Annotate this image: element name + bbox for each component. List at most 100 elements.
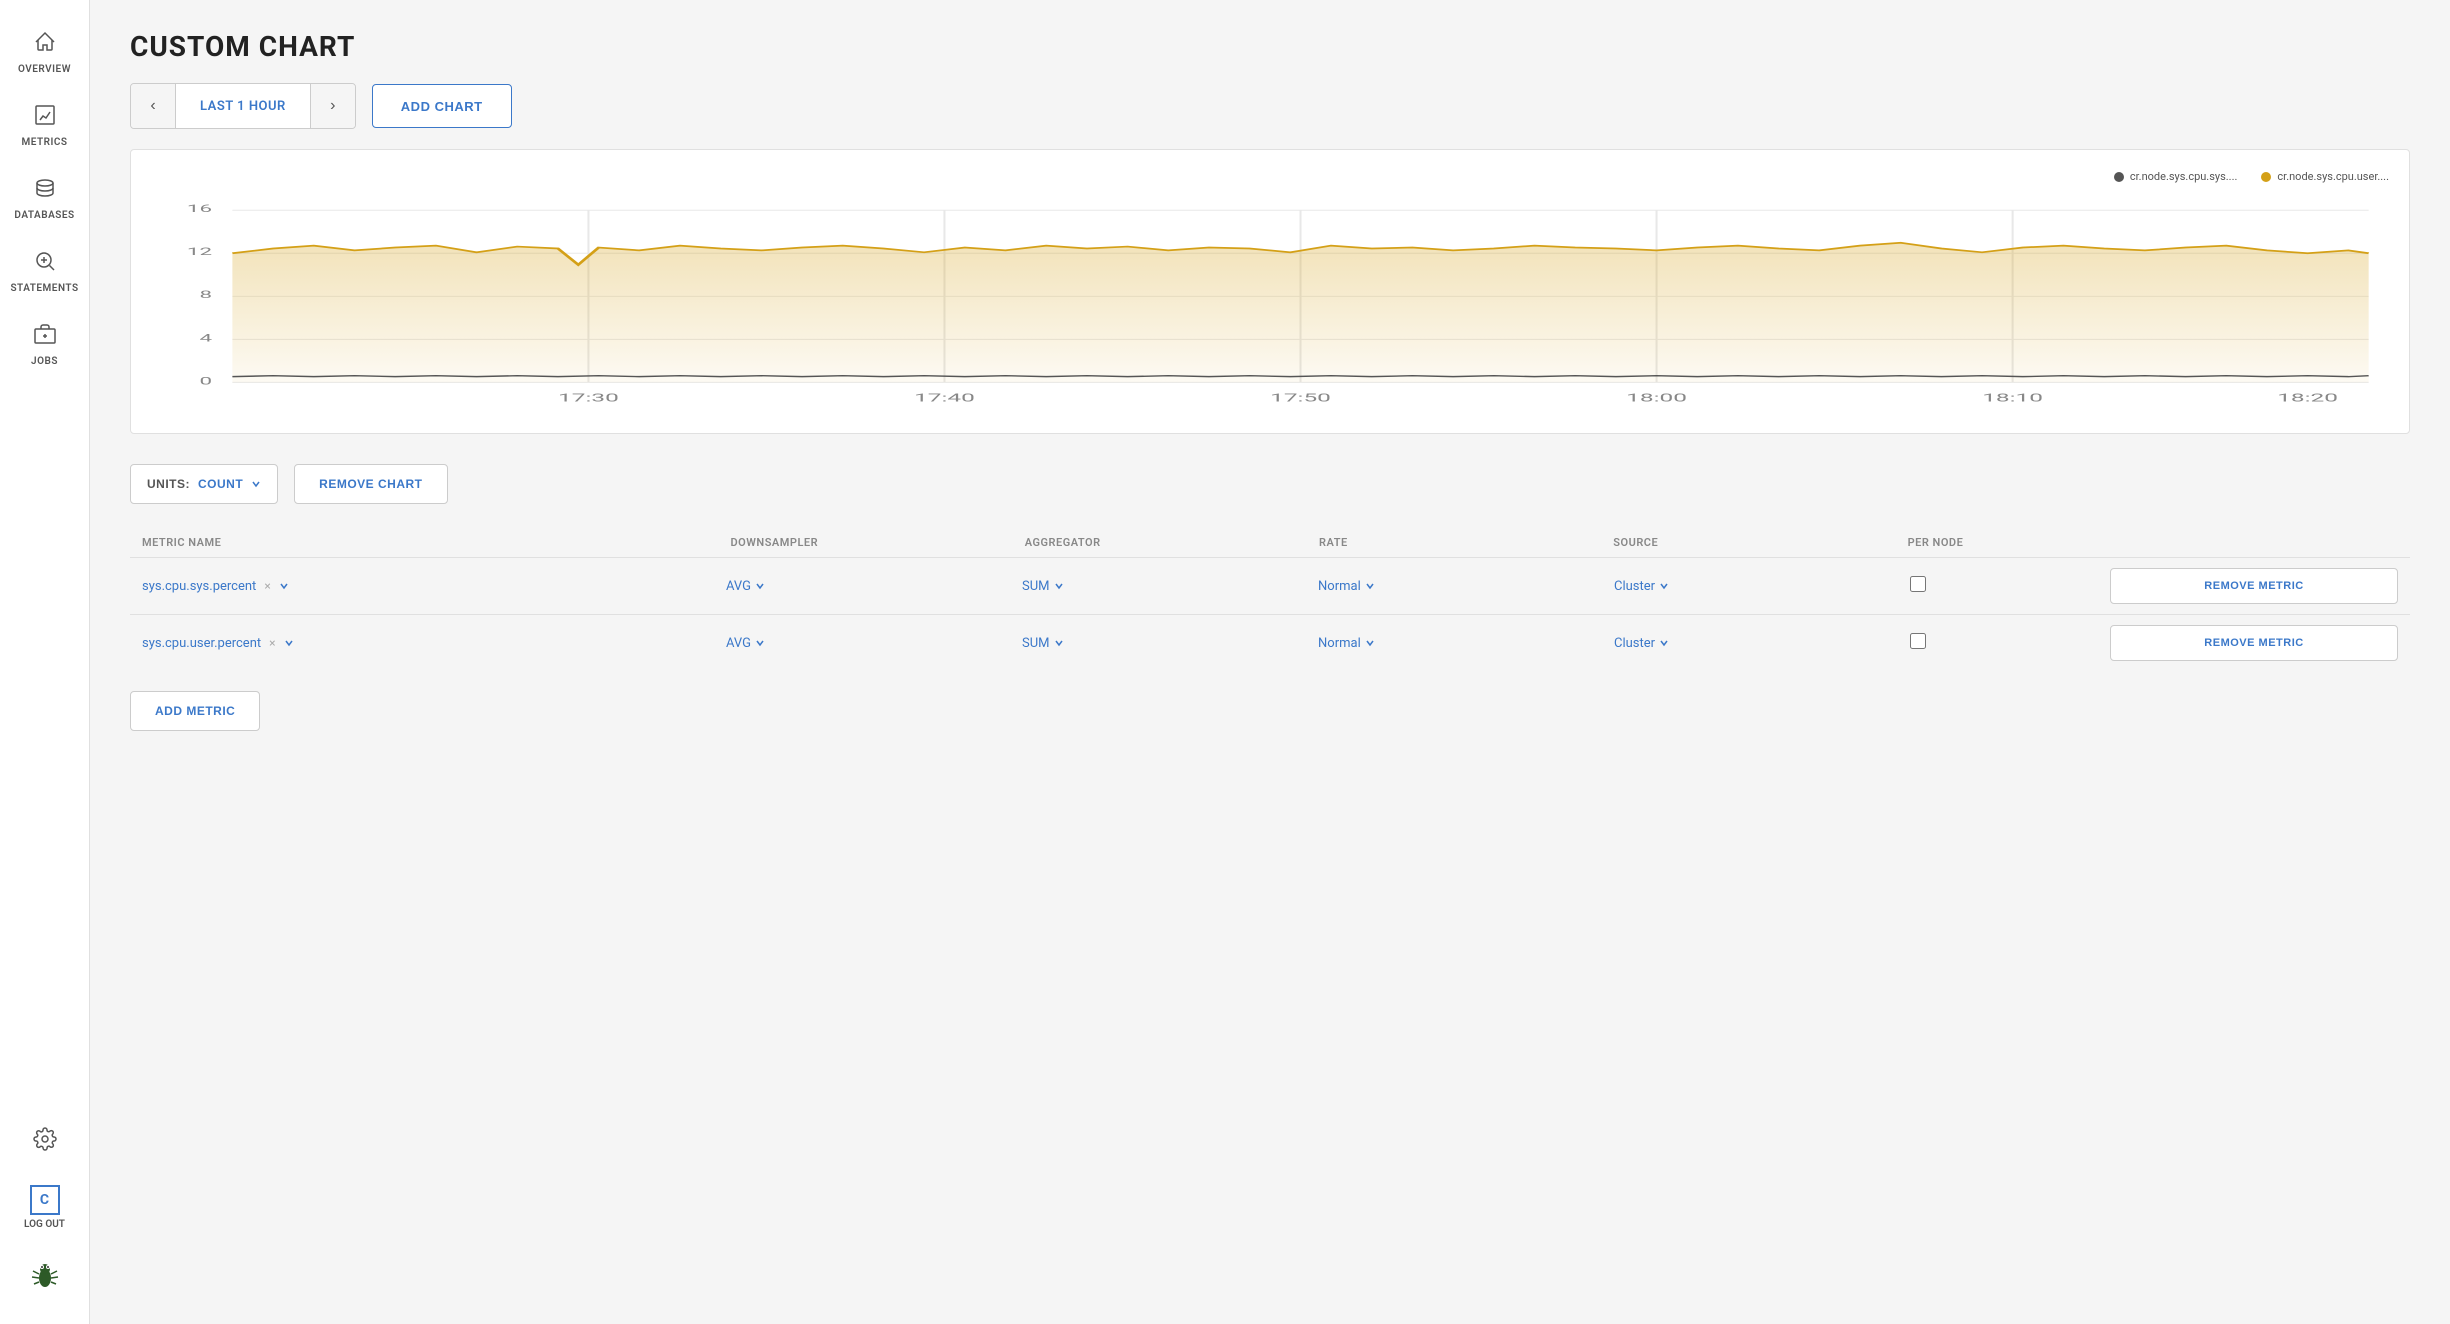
sidebar-item-label-overview: OVERVIEW [18,64,71,75]
metrics-table-header: METRIC NAME DOWNSAMPLER AGGREGATOR RATE … [130,528,2410,557]
units-value: COUNT [198,477,243,491]
per-node-checkbox-2[interactable] [1910,633,1926,649]
svg-text:12: 12 [187,246,212,258]
aggregator-dropdown-1[interactable]: SUM [1022,579,1310,594]
chart-area: 16 12 8 4 0 [151,193,2389,413]
aggregator-value-2: SUM [1022,636,1050,651]
per-node-checkbox-1[interactable] [1910,576,1926,592]
rate-dropdown-2[interactable]: Normal [1318,636,1606,651]
svg-text:17:40: 17:40 [914,391,975,405]
logout-label: LOG OUT [24,1219,65,1230]
sidebar-item-statements[interactable]: STATEMENTS [0,239,89,304]
svg-text:8: 8 [199,289,212,301]
rate-dropdown-1[interactable]: Normal [1318,579,1606,594]
svg-text:18:10: 18:10 [1982,391,2043,405]
rate-value-2: Normal [1318,636,1361,651]
add-metric-button[interactable]: ADD METRIC [130,691,260,731]
chevron-down-icon-4 [1365,581,1375,591]
source-dropdown-1[interactable]: Cluster [1614,579,1902,594]
rate-value-1: Normal [1318,579,1361,594]
chevron-down-icon-7 [755,638,765,648]
table-row: sys.cpu.user.percent × AVG SUM [130,614,2410,671]
jobs-icon [33,322,57,352]
svg-text:18:20: 18:20 [2277,391,2338,405]
chevron-down-icon-8 [1054,638,1064,648]
metric-name-dropdown-2[interactable] [284,638,294,648]
header-aggregator: AGGREGATOR [1025,536,1319,549]
chevron-down-icon-5 [1659,581,1669,591]
svg-text:4: 4 [199,332,212,344]
sidebar-item-label-metrics: METRICS [21,137,67,148]
units-label: UNITS: [147,477,190,491]
sidebar-item-metrics[interactable]: METRICS [0,93,89,158]
source-value-1: Cluster [1614,579,1655,594]
sidebar-item-jobs[interactable]: JOBS [0,312,89,377]
svg-text:0: 0 [199,375,212,387]
header-per-node: PER NODE [1908,536,2104,549]
chevron-down-icon-6 [284,638,294,648]
legend-item-user: cr.node.sys.cpu.user.... [2261,170,2389,183]
statements-icon [33,249,57,279]
chevron-down-icon [251,479,261,489]
metric-remove-x-1[interactable]: × [264,579,270,593]
page-title: CUSTOM CHART [130,30,2410,63]
svg-text:17:30: 17:30 [558,391,619,405]
aggregator-value-1: SUM [1022,579,1050,594]
metric-name-cell-1: sys.cpu.sys.percent × [142,579,718,594]
legend-label-user: cr.node.sys.cpu.user.... [2277,170,2389,183]
chevron-down-icon-10 [1659,638,1669,648]
svg-text:16: 16 [187,203,212,215]
legend-label-sys: cr.node.sys.cpu.sys.... [2130,170,2238,183]
logout-box: C [30,1185,60,1215]
add-chart-button[interactable]: ADD CHART [372,84,512,128]
header-source: SOURCE [1613,536,1907,549]
svg-text:18:00: 18:00 [1626,391,1687,405]
sidebar-item-label-databases: DATABASES [14,210,74,221]
remove-metric-button-2[interactable]: REMOVE METRIC [2110,625,2398,661]
svg-text:17:50: 17:50 [1270,391,1331,405]
source-dropdown-2[interactable]: Cluster [1614,636,1902,651]
chart-svg: 16 12 8 4 0 [151,193,2389,413]
downsampler-dropdown-2[interactable]: AVG [726,636,1014,651]
legend-dot-user [2261,172,2271,182]
units-button[interactable]: UNITS: COUNT [130,464,278,504]
metric-name-2: sys.cpu.user.percent [142,636,261,651]
sidebar-item-logout[interactable]: C LOG OUT [0,1175,89,1240]
header-metric-name: METRIC NAME [142,536,731,549]
sidebar-item-settings[interactable] [0,1117,89,1167]
metric-name-dropdown-1[interactable] [279,581,289,591]
metrics-table: METRIC NAME DOWNSAMPLER AGGREGATOR RATE … [130,528,2410,671]
remove-chart-button[interactable]: REMOVE CHART [294,464,447,504]
time-navigation: ‹ LAST 1 HOUR › [130,83,356,129]
sidebar-item-overview[interactable]: OVERVIEW [0,20,89,85]
downsampler-dropdown-1[interactable]: AVG [726,579,1014,594]
downsampler-value-2: AVG [726,636,751,651]
chart-legend: cr.node.sys.cpu.sys.... cr.node.sys.cpu.… [151,170,2389,183]
chevron-left-icon: ‹ [150,97,155,115]
databases-icon [33,176,57,206]
remove-metric-button-1[interactable]: REMOVE METRIC [2110,568,2398,604]
next-time-button[interactable]: › [311,84,355,128]
metrics-icon [33,103,57,133]
legend-dot-sys [2114,172,2124,182]
sidebar-item-label-statements: STATEMENTS [10,283,78,294]
cockroach-logo [19,1248,71,1304]
sidebar-item-label-jobs: JOBS [31,356,58,367]
metric-name-cell-2: sys.cpu.user.percent × [142,636,718,651]
chevron-down-icon-2 [755,581,765,591]
gear-icon [33,1127,57,1157]
sidebar: OVERVIEW METRICS DATABASES [0,0,90,1324]
time-controls: ‹ LAST 1 HOUR › ADD CHART [130,83,2410,129]
header-actions [2104,536,2398,549]
table-row: sys.cpu.sys.percent × AVG SUM [130,557,2410,614]
metric-remove-x-2[interactable]: × [269,636,275,650]
main-content: CUSTOM CHART ‹ LAST 1 HOUR › ADD CHART c… [90,0,2450,1324]
chevron-right-icon: › [330,97,335,115]
aggregator-dropdown-2[interactable]: SUM [1022,636,1310,651]
downsampler-value-1: AVG [726,579,751,594]
home-icon [33,30,57,60]
sidebar-item-databases[interactable]: DATABASES [0,166,89,231]
time-range-label: LAST 1 HOUR [175,84,311,128]
chart-card: cr.node.sys.cpu.sys.... cr.node.sys.cpu.… [130,149,2410,434]
prev-time-button[interactable]: ‹ [131,84,175,128]
